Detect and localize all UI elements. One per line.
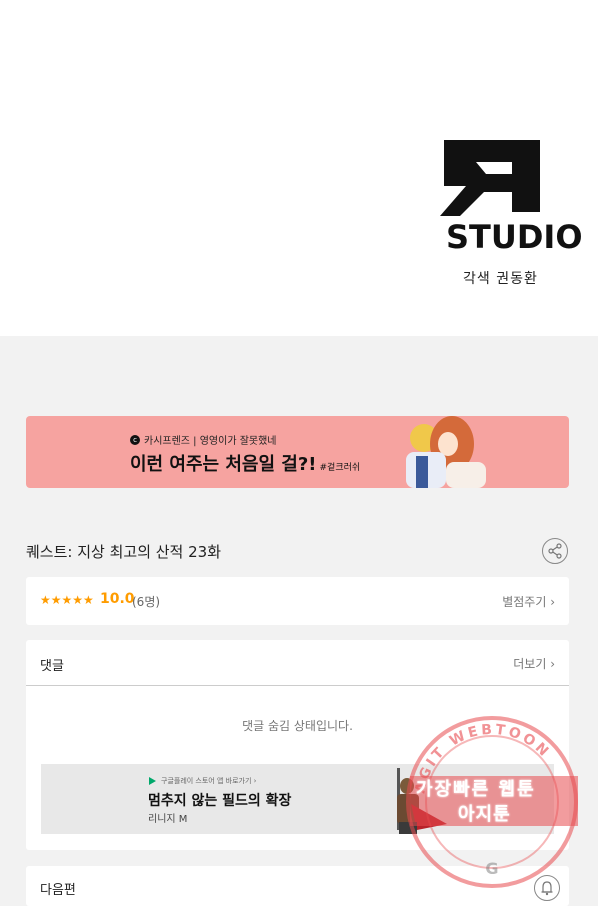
banner-headline: 이런 여주는 처음일 걸?! #겉크러쉬	[130, 454, 361, 475]
rating-count: (6명)	[132, 595, 161, 609]
rate-button[interactable]: 별점주기 ›	[502, 593, 555, 610]
share-button[interactable]	[542, 538, 568, 564]
rating-score: 10.0	[100, 591, 135, 607]
share-icon	[548, 543, 562, 559]
svg-text:G: G	[485, 859, 498, 878]
episode-title: 퀘스트: 지상 최고의 산적 23화	[26, 543, 222, 561]
rating-stars: ★★★★★	[40, 593, 94, 607]
comments-more-link[interactable]: 더보기 ›	[513, 655, 555, 672]
next-episode-label: 다음편	[40, 883, 76, 898]
rating-card: ★★★★★ 10.0 (6명) 별점주기 ›	[26, 577, 569, 625]
ad-store-link[interactable]: 구글플레이 스토어 앱 바로가기 ›	[149, 776, 256, 786]
end-card: STUDIO 각색 권동환	[0, 0, 598, 336]
watermark-line1: 가장빠른 웹툰	[416, 779, 536, 800]
play-store-icon	[149, 777, 156, 785]
banner-subtitle: c 카시프렌즈 | 영영이가 잘못했네	[130, 432, 277, 447]
ad-brand: 리니지 M	[148, 814, 188, 825]
adaptation-credit: 각색 권동환	[463, 271, 538, 287]
promo-banner[interactable]: c 카시프렌즈 | 영영이가 잘못했네 이런 여주는 처음일 걸?! #겉크러쉬	[26, 416, 569, 488]
kakaopage-icon: c	[130, 434, 140, 445]
ad-headline: 멈추지 않는 필드의 확장	[148, 793, 292, 809]
divider	[26, 685, 569, 686]
comments-header: 댓글	[40, 659, 64, 674]
studio-logo-text: STUDIO	[446, 218, 583, 256]
watermark-line2: 아지툰	[458, 804, 511, 825]
banner-illustration-icon	[406, 416, 486, 488]
